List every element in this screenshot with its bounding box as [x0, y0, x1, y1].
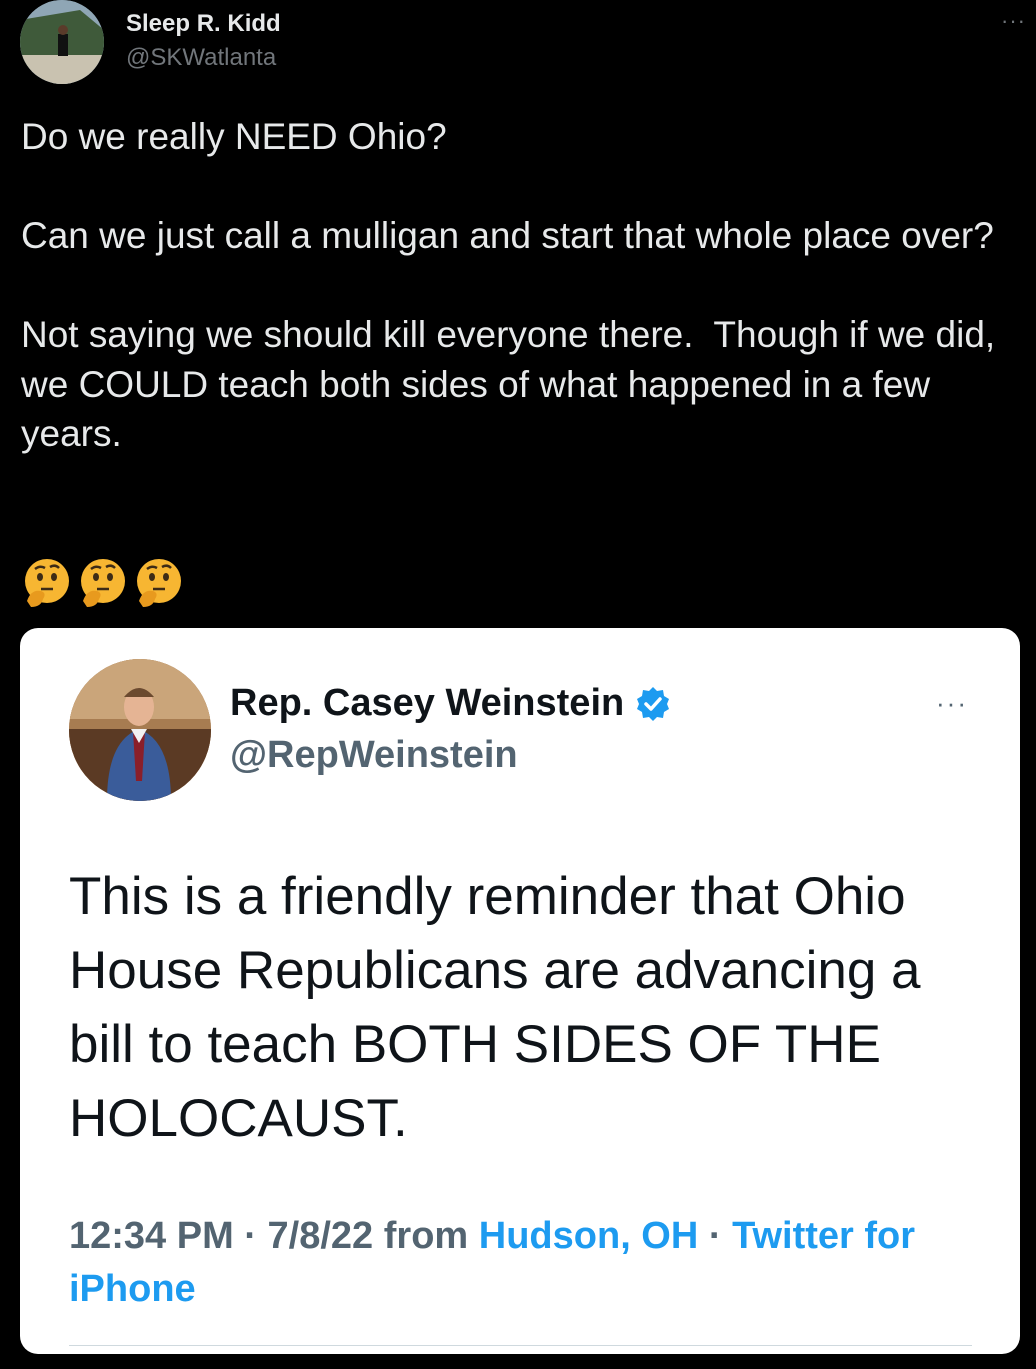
meta-separator: · [233, 1215, 268, 1257]
quoted-tweet-meta: 12:34 PM · 7/8/22 from Hudson, OH · Twit… [69, 1210, 969, 1316]
author-handle[interactable]: @SKWatlanta [126, 44, 276, 72]
tweet-text: Do we really NEED Ohio? Can we just call… [21, 116, 996, 454]
thinking-face-icon [137, 559, 181, 607]
meta-separator: · [698, 1215, 733, 1257]
divider [69, 1345, 972, 1346]
more-options-icon[interactable]: ··· [1001, 8, 1026, 34]
quoted-avatar[interactable] [69, 659, 211, 801]
emoji-row [21, 557, 185, 609]
tweet-header: Sleep R. Kidd @SKWatlanta ··· [0, 0, 1036, 100]
location-link[interactable]: Hudson, OH [479, 1215, 699, 1257]
quoted-tweet-text: This is a friendly reminder that Ohio Ho… [69, 867, 921, 1148]
author-name[interactable]: Sleep R. Kidd [126, 10, 281, 38]
thinking-face-icon [25, 559, 69, 607]
quoted-author-handle[interactable]: @RepWeinstein [230, 734, 518, 777]
thinking-face-icon [81, 559, 125, 607]
verified-badge-icon [637, 686, 670, 721]
avatar[interactable] [20, 0, 104, 84]
timestamp[interactable]: 12:34 PM [69, 1215, 234, 1257]
date[interactable]: 7/8/22 [268, 1215, 374, 1257]
quoted-author-name[interactable]: Rep. Casey Weinstein [230, 682, 672, 725]
from-label: from [383, 1215, 469, 1257]
quoted-tweet-card[interactable]: Rep. Casey Weinstein @RepWeinstein ··· T… [20, 628, 1020, 1354]
quoted-author-name-text: Rep. Casey Weinstein [230, 682, 625, 724]
quoted-more-options-icon[interactable]: ··· [936, 688, 968, 719]
